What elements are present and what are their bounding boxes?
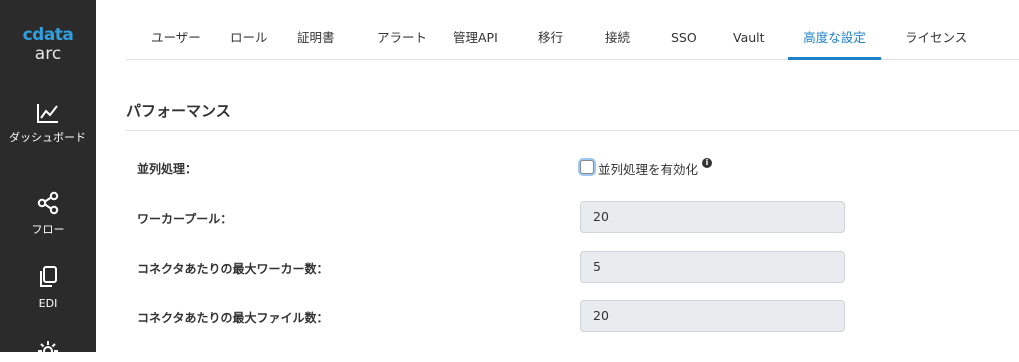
max-files-input[interactable]: 20 bbox=[580, 300, 845, 332]
logo-wordmark: cdata bbox=[22, 25, 74, 45]
info-icon[interactable]: i bbox=[702, 158, 712, 168]
tab-admin-api[interactable]: 管理API bbox=[453, 0, 498, 59]
tab-migration[interactable]: 移行 bbox=[538, 0, 563, 59]
worker-pool-label: ワーカープール： bbox=[137, 212, 233, 226]
sidebar-item-label: ダッシュボード bbox=[9, 131, 86, 144]
parallel-processing-checkbox[interactable] bbox=[580, 160, 594, 174]
max-files-label: コネクタあたりの最大ファイル数： bbox=[137, 311, 329, 325]
parallel-processing-label: 並列処理： bbox=[137, 162, 198, 176]
sidebar-item-flow[interactable]: フロー bbox=[0, 191, 96, 236]
sidebar-item-label: EDI bbox=[38, 297, 58, 310]
tab-certificates[interactable]: 証明書 bbox=[297, 0, 335, 59]
max-workers-input[interactable]: 5 bbox=[580, 251, 845, 283]
tab-connections[interactable]: 接続 bbox=[605, 0, 630, 59]
tab-license[interactable]: ライセンス bbox=[905, 0, 967, 59]
parallel-processing-checkbox-label[interactable]: 並列処理を有効化 bbox=[598, 159, 698, 178]
flow-share-icon bbox=[37, 191, 59, 215]
main-content: ユーザー ロール 証明書 アラート 管理API 移行 接続 SSO Vault … bbox=[126, 0, 1019, 352]
sidebar-item-label: フロー bbox=[31, 223, 65, 236]
tab-vault[interactable]: Vault bbox=[733, 0, 765, 59]
tab-sso[interactable]: SSO bbox=[671, 0, 697, 59]
worker-pool-input[interactable]: 20 bbox=[580, 201, 845, 233]
sidebar-item-dashboard[interactable]: ダッシュボード bbox=[0, 102, 96, 144]
settings-tabs: ユーザー ロール 証明書 アラート 管理API 移行 接続 SSO Vault … bbox=[126, 0, 1019, 60]
tab-alerts[interactable]: アラート bbox=[377, 0, 427, 59]
sidebar-item-edi[interactable]: EDI bbox=[0, 265, 96, 310]
tab-roles[interactable]: ロール bbox=[230, 0, 268, 59]
chart-line-icon bbox=[37, 104, 58, 123]
app-logo[interactable]: cdata arc bbox=[0, 26, 96, 64]
section-divider bbox=[126, 130, 1019, 131]
sidebar: cdata arc ダッシュボード フロー EDI bbox=[0, 0, 96, 361]
documents-icon bbox=[40, 266, 57, 287]
max-workers-label: コネクタあたりの最大ワーカー数： bbox=[137, 262, 329, 276]
section-title: パフォーマンス bbox=[126, 102, 231, 120]
tab-users[interactable]: ユーザー bbox=[151, 0, 201, 59]
sidebar-item-settings[interactable] bbox=[0, 340, 96, 362]
tab-advanced-settings[interactable]: 高度な設定 bbox=[788, 0, 881, 60]
logo-subtitle: arc bbox=[34, 44, 62, 64]
gear-icon bbox=[38, 341, 58, 361]
